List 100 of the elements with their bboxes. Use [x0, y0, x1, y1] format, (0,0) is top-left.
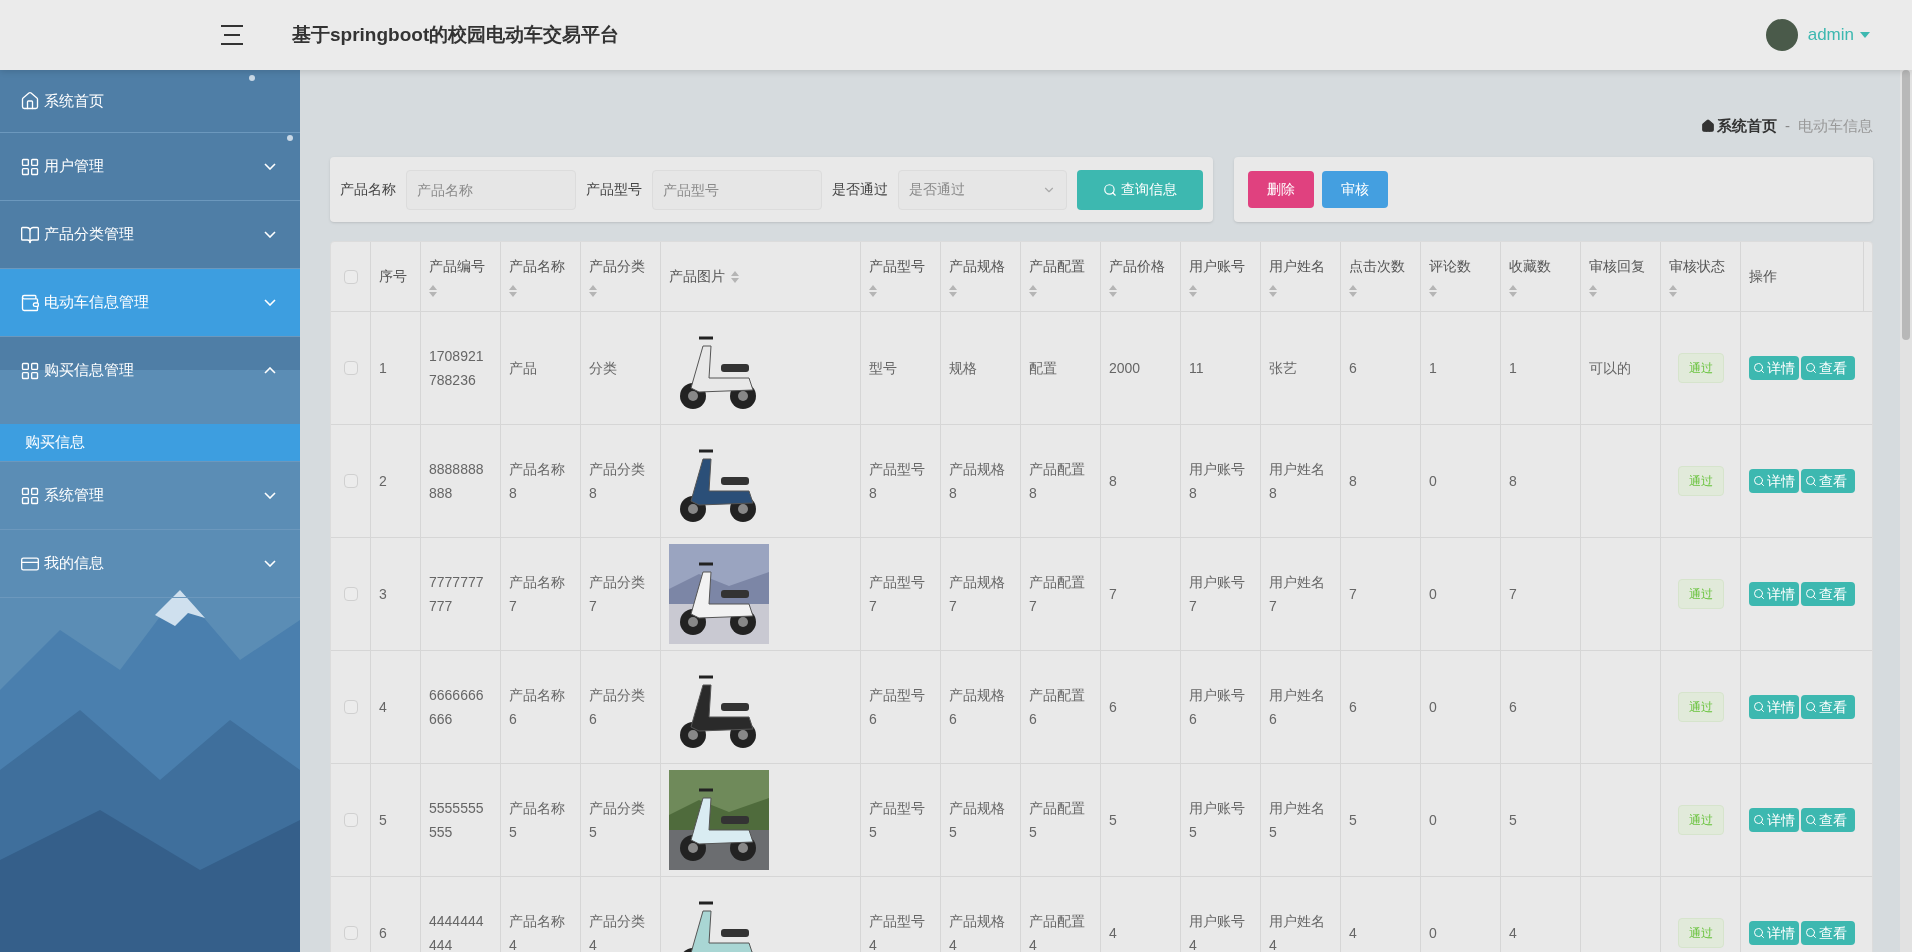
breadcrumb-separator: - [1785, 115, 1790, 136]
sort-icon[interactable] [1189, 285, 1197, 297]
checkbox[interactable] [343, 700, 358, 714]
select-field[interactable]: 是否通过 [898, 169, 1067, 210]
table-cell-text: 4 [1109, 924, 1118, 943]
checkbox[interactable] [343, 926, 358, 940]
menu-item[interactable]: 购买信息管理 [0, 337, 300, 404]
column-header: 操作 [1749, 267, 1777, 286]
status-tag: 通过 [1677, 466, 1724, 496]
table-cell-text: 产品分类8 [589, 460, 646, 503]
view-button[interactable]: 查看 [1801, 921, 1855, 945]
table-cell-text: 产品配置7 [1029, 573, 1086, 616]
checkbox[interactable] [343, 361, 358, 375]
column-header: 产品配置 [1029, 257, 1086, 276]
table-cell-text: 可以的 [1589, 359, 1632, 378]
menu-label: 我的信息 [44, 553, 104, 574]
checkbox[interactable] [343, 269, 358, 284]
view-button[interactable]: 查看 [1801, 808, 1855, 832]
table-cell-text: 产品规格8 [949, 460, 1006, 503]
sort-icon[interactable] [1589, 285, 1597, 297]
app-title: 基于springboot的校园电动车交易平台 [292, 22, 620, 47]
table-cell-text: 4444444444 [429, 912, 485, 952]
view-button[interactable]: 查看 [1801, 469, 1855, 493]
table-cell-text: 产品配置6 [1029, 686, 1086, 729]
submenu-item[interactable]: 购买信息 [0, 424, 300, 461]
sort-icon[interactable] [869, 285, 877, 297]
status-tag: 通过 [1677, 692, 1724, 722]
breadcrumb-link[interactable]: 系统首页 [1701, 114, 1777, 137]
sort-icon[interactable] [949, 285, 957, 297]
view-button[interactable]: 查看 [1801, 695, 1855, 719]
table-cell-text: 用户账号8 [1189, 460, 1246, 503]
menu-label: 电动车信息管理 [44, 292, 149, 313]
column-header: 审核状态 [1669, 257, 1726, 276]
menu-item[interactable]: 电动车信息管理 [0, 269, 300, 336]
search-icon [1805, 362, 1817, 374]
search-icon [1753, 588, 1765, 600]
text-field[interactable]: 产品型号 [652, 169, 822, 210]
search-button[interactable]: 查询信息 [1076, 169, 1203, 210]
menu-item[interactable]: 用户管理 [0, 133, 300, 200]
table-cell-text: 8 [1349, 472, 1358, 491]
menu-item[interactable]: 系统管理 [0, 462, 300, 529]
menu-icon[interactable] [219, 24, 245, 46]
wallet-icon [20, 292, 40, 313]
table-cell-text: 2 [379, 472, 388, 491]
detail-button[interactable]: 详情 [1749, 695, 1799, 719]
detail-button[interactable]: 详情 [1749, 469, 1799, 493]
menu-item[interactable]: 产品分类管理 [0, 201, 300, 268]
sort-icon[interactable] [731, 270, 739, 283]
status-tag: 通过 [1677, 579, 1724, 609]
view-button[interactable]: 查看 [1801, 356, 1855, 380]
column-header: 产品图片 [669, 267, 725, 286]
user-menu[interactable]: admin [1807, 22, 1870, 48]
table-cell-text: 用户姓名6 [1269, 686, 1326, 729]
sort-icon[interactable] [1349, 285, 1357, 297]
sort-icon[interactable] [1429, 285, 1437, 297]
status-tag: 通过 [1677, 805, 1724, 835]
table-cell-text: 1 [1429, 359, 1438, 378]
text-field[interactable]: 产品名称 [406, 169, 576, 210]
detail-button[interactable]: 详情 [1749, 921, 1799, 945]
view-button[interactable]: 查看 [1801, 582, 1855, 606]
table-cell-text: 产品型号6 [869, 686, 926, 729]
table-cell-text: 产品 [509, 359, 538, 378]
sort-icon[interactable] [509, 285, 517, 297]
detail-button[interactable]: 详情 [1749, 582, 1799, 606]
sort-icon[interactable] [1029, 285, 1037, 297]
table-cell-text: 5 [1109, 811, 1118, 830]
book-icon [20, 224, 40, 245]
sort-icon[interactable] [589, 285, 597, 297]
checkbox[interactable] [343, 587, 358, 601]
menu-item[interactable]: 我的信息 [0, 530, 300, 597]
checkbox[interactable] [343, 474, 358, 488]
table-cell-text: 7777777777 [429, 573, 485, 616]
status-tag: 通过 [1677, 918, 1724, 948]
detail-button[interactable]: 详情 [1749, 356, 1799, 380]
search-icon [1753, 362, 1765, 374]
detail-button[interactable]: 详情 [1749, 808, 1799, 832]
table-cell-text: 产品分类6 [589, 686, 646, 729]
table-cell-text: 8888888888 [429, 460, 485, 503]
delete-button[interactable]: 删除 [1248, 171, 1314, 208]
sort-icon[interactable] [1669, 285, 1677, 297]
column-header: 用户账号 [1189, 257, 1246, 276]
table-cell-text: 产品配置8 [1029, 460, 1086, 503]
review-button[interactable]: 审核 [1322, 171, 1388, 208]
table-cell-text: 5555555555 [429, 799, 485, 842]
breadcrumb-current: 电动车信息 [1798, 115, 1873, 136]
grid-icon [20, 360, 40, 381]
avatar[interactable] [1765, 19, 1798, 51]
table-cell-text: 用户账号4 [1189, 912, 1246, 952]
menu-item[interactable]: 系统首页 [0, 70, 300, 132]
table-cell-text: 5 [1509, 811, 1518, 830]
table-cell-text: 用户姓名5 [1269, 799, 1326, 842]
sort-icon[interactable] [429, 285, 437, 297]
sort-icon[interactable] [1109, 285, 1117, 297]
table-cell-text: 产品型号5 [869, 799, 926, 842]
checkbox[interactable] [343, 813, 358, 827]
scrollbar[interactable] [1900, 70, 1912, 952]
sort-icon[interactable] [1269, 285, 1277, 297]
sort-icon[interactable] [1509, 285, 1517, 297]
table-cell-text: 产品规格7 [949, 573, 1006, 616]
table-cell-text: 产品型号7 [869, 573, 926, 616]
